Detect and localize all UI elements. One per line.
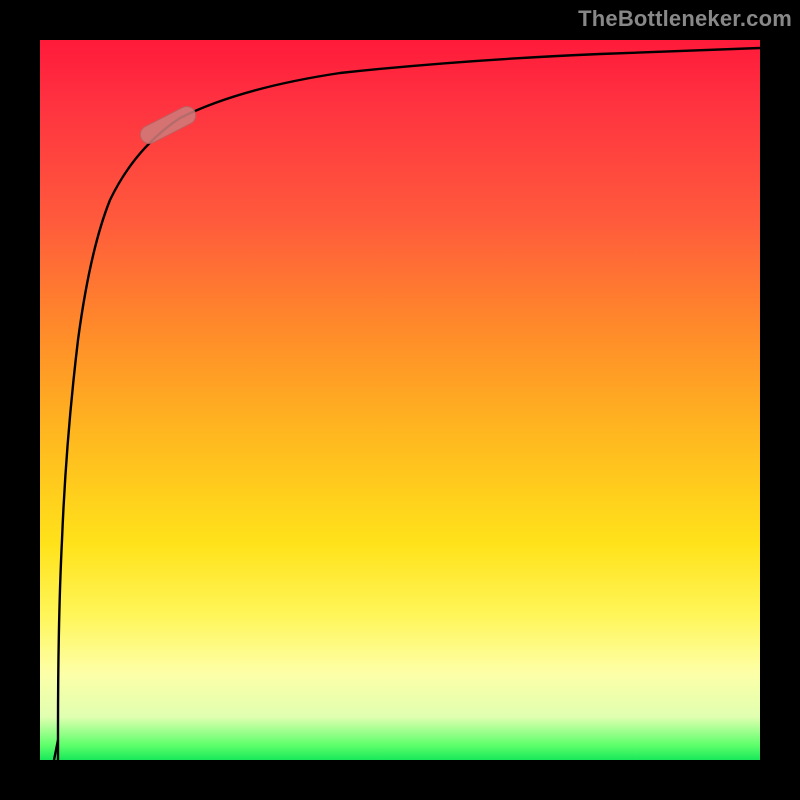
chart-container: TheBottleneker.com (0, 0, 800, 800)
curve-layer (40, 40, 760, 760)
curve-marker (137, 103, 199, 146)
attribution-label: TheBottleneker.com (578, 6, 792, 32)
bottleneck-curve (58, 48, 760, 760)
